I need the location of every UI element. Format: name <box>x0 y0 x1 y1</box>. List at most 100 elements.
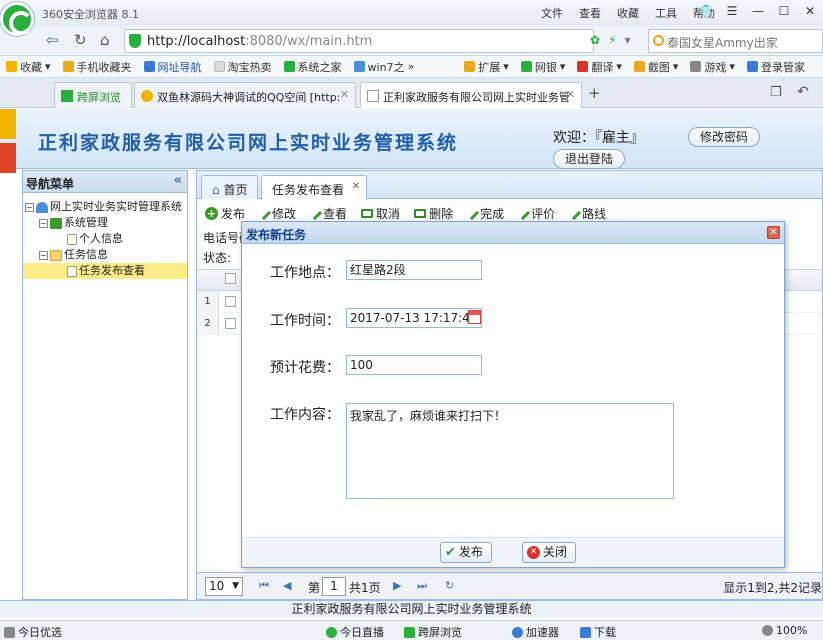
page-icon <box>367 90 379 102</box>
file-icon <box>67 265 77 277</box>
search-box[interactable]: 泰国女星Ammy出家 <box>648 29 823 53</box>
refresh-icon[interactable]: ↻ <box>74 31 87 49</box>
location-field[interactable]: 红星路2段 <box>346 260 482 280</box>
publish-button[interactable]: + 发布 <box>205 205 245 222</box>
browser-logo-icon[interactable] <box>0 2 34 36</box>
next-page-icon[interactable]: ▶ <box>393 579 401 592</box>
menu-file[interactable]: 文件 <box>541 5 563 21</box>
address-bar[interactable]: http://localhost:8080/wx/main.htm <box>124 29 594 53</box>
favorite-star-icon[interactable] <box>0 109 16 139</box>
back-arrow-icon[interactable]: ⇦ <box>46 31 59 49</box>
fav-taobao[interactable]: 淘宝热卖 <box>208 59 278 75</box>
close-dialog-button[interactable]: ✕ 关闭 <box>522 542 577 563</box>
tab-home[interactable]: ⌂ 首页 <box>201 175 259 199</box>
route-button[interactable]: 路线 <box>567 205 606 222</box>
maximize-button[interactable]: ☐ <box>771 0 797 22</box>
publish-submit-button[interactable]: ✔ 发布 <box>440 542 492 563</box>
time-label: 工作时间： <box>270 313 340 329</box>
last-page-icon[interactable]: ⏭ <box>417 579 427 593</box>
collapse-icon[interactable]: « <box>174 173 182 188</box>
first-page-icon[interactable]: ⏮ <box>259 579 269 593</box>
close-tab-icon[interactable]: ✕ <box>566 88 575 101</box>
edit-button[interactable]: 修改 <box>256 205 296 222</box>
screen-icon <box>61 90 73 102</box>
speed-icon[interactable]: ✿ <box>590 33 600 47</box>
close-window-button[interactable]: ✕ <box>797 0 823 22</box>
view-button[interactable]: 查看 <box>307 205 347 222</box>
add-icon: + <box>205 206 218 220</box>
tree-task-info[interactable]: − 任务信息 <box>23 247 187 263</box>
delete-button[interactable]: 删除 <box>414 205 453 222</box>
welcome-text: 欢迎：『雇主』 <box>553 130 644 146</box>
fav-collect[interactable]: 收藏 ▾ <box>0 59 57 75</box>
evaluate-button[interactable]: 评价 <box>516 205 555 222</box>
page-size-select[interactable]: 10 <box>205 577 243 596</box>
collapse-toggle-icon[interactable]: − <box>25 202 34 212</box>
new-tab-button[interactable]: + <box>588 84 601 102</box>
select-all-checkbox[interactable] <box>225 273 236 284</box>
tab-cross-screen[interactable]: 跨屏浏览 <box>54 82 132 108</box>
dialog-header: 发布新任务 ✕ <box>242 222 784 244</box>
minimize-button[interactable]: — <box>745 0 771 22</box>
ext-login[interactable]: 登录管家 <box>741 59 811 75</box>
restore-tabs-icon[interactable]: ❐ <box>770 85 782 100</box>
refresh-icon[interactable]: ↻ <box>445 579 454 592</box>
menu-favorites[interactable]: 收藏 <box>617 5 639 21</box>
close-tab-icon[interactable]: ✕ <box>340 88 349 101</box>
skin-icon[interactable]: 👕 <box>693 0 719 22</box>
cost-label: 预计花费： <box>270 360 340 376</box>
undo-close-icon[interactable]: ↶ <box>797 84 809 100</box>
dialog-close-icon[interactable]: ✕ <box>767 226 780 239</box>
status-download[interactable]: 下载 <box>580 624 616 640</box>
ext-game[interactable]: 游戏 ▾ <box>684 59 741 75</box>
tree-system-manage[interactable]: − 系统管理 <box>23 215 187 231</box>
lightning-icon[interactable]: ⚡ <box>608 33 616 47</box>
menu-view[interactable]: 查看 <box>579 5 601 21</box>
calendar-icon[interactable] <box>468 310 481 324</box>
status-live[interactable]: 今日直播 <box>326 624 384 640</box>
fav-mobile[interactable]: 手机收藏夹 <box>57 59 138 75</box>
time-field[interactable]: 2017-07-13 17:17:41 <box>346 308 482 328</box>
status-today-pick[interactable]: 今日优选 <box>4 624 62 640</box>
menu-lines-icon[interactable]: ☰ <box>719 0 745 22</box>
ext-bank[interactable]: 网银 ▾ <box>515 59 572 75</box>
close-tab-icon[interactable]: ✕ <box>352 181 360 192</box>
complete-button[interactable]: 完成 <box>465 205 504 222</box>
fav-win7[interactable]: win7之 » <box>348 59 421 75</box>
row-checkbox[interactable] <box>225 296 236 307</box>
tree-item-task-view[interactable]: 任务发布查看 <box>23 263 187 279</box>
ext-extend[interactable]: 扩展 ▾ <box>458 59 515 75</box>
tab-task-view[interactable]: 任务发布查看 ✕ <box>261 175 368 200</box>
tree-root[interactable]: − 网上实时业务实时管理系统 <box>23 199 187 215</box>
cancel-icon <box>361 208 374 218</box>
windows-icon <box>283 61 295 72</box>
zoom-level[interactable]: 100% <box>762 624 807 637</box>
content-textarea[interactable]: 我家乱了，麻烦谁来打扫下！ <box>346 403 674 499</box>
status-cross-screen[interactable]: 跨屏浏览 <box>404 624 462 640</box>
dropdown-icon[interactable]: ▾ <box>625 33 631 47</box>
tab-main-system[interactable]: 正利家政服务有限公司网上实时业务管 ✕ <box>360 82 582 108</box>
screen-icon <box>404 626 415 638</box>
prev-page-icon[interactable]: ◀ <box>283 579 291 592</box>
status-accelerator[interactable]: 加速器 <box>512 624 559 640</box>
address-toolbar: ⇦ ↻ ⌂ http://localhost:8080/wx/main.htm … <box>0 26 823 56</box>
ext-translate[interactable]: 翻译 ▾ <box>571 59 628 75</box>
box-icon <box>4 626 15 638</box>
cancel-button[interactable]: 取消 <box>361 205 400 222</box>
logout-button[interactable]: 退出登陆 <box>553 149 625 169</box>
fav-nav[interactable]: 网址导航 <box>138 59 208 75</box>
home-icon[interactable]: ⌂ <box>100 31 110 49</box>
collapse-toggle-icon[interactable]: − <box>39 218 48 228</box>
ext-screenshot[interactable]: 截图 ▾ <box>628 59 685 75</box>
tree-item-personal-info[interactable]: 个人信息 <box>23 231 187 247</box>
page-label: 第 <box>308 581 321 595</box>
collapse-toggle-icon[interactable]: − <box>39 250 48 260</box>
change-password-button[interactable]: 修改密码 <box>688 127 760 147</box>
menu-tools[interactable]: 工具 <box>655 5 677 21</box>
tab-qq-space[interactable]: 双鱼林源码大神调试的QQ空间 [http: ✕ <box>134 82 356 108</box>
fav-xitong[interactable]: 系统之家 <box>278 59 348 75</box>
weibo-icon[interactable] <box>0 143 16 173</box>
page-number-input[interactable]: 1 <box>322 577 346 596</box>
cost-field[interactable]: 100 <box>346 355 482 375</box>
row-checkbox[interactable] <box>225 318 236 329</box>
